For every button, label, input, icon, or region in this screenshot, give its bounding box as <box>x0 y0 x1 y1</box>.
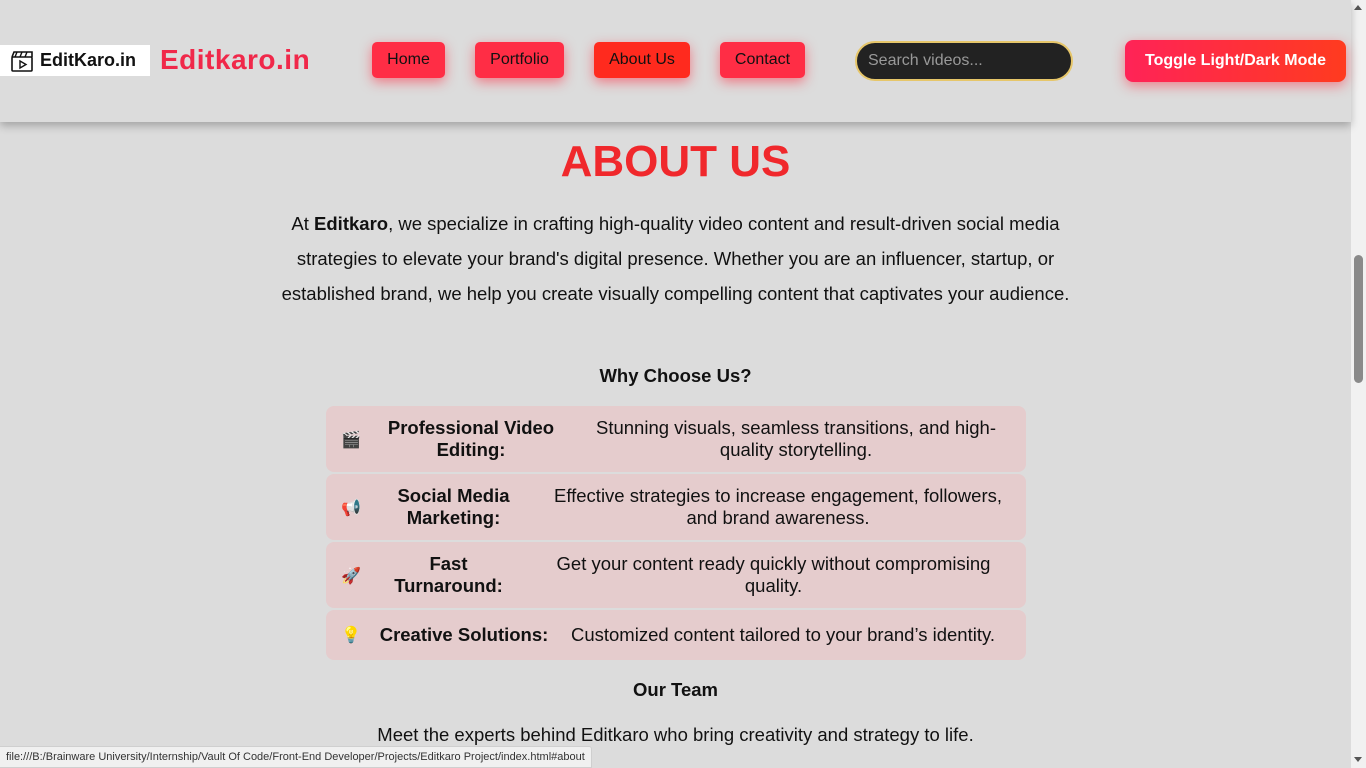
team-heading: Our Team <box>633 679 718 700</box>
logo[interactable]: EditKaro.in <box>0 45 150 76</box>
why-choose-heading: Why Choose Us? <box>599 365 752 386</box>
feature-title: Fast Turnaround: <box>394 553 503 596</box>
site-header: EditKaro.in Editkaro.in Home Portfolio A… <box>0 0 1351 122</box>
lightbulb-icon: 💡 <box>341 627 361 644</box>
feature-title: Professional Video Editing: <box>387 417 555 460</box>
feature-card: 💡 Creative Solutions: Customized content… <box>326 610 1026 660</box>
page-title: ABOUT US <box>560 137 791 186</box>
logo-text: EditKaro.in <box>40 50 137 70</box>
theme-toggle-button[interactable]: Toggle Light/Dark Mode <box>1125 40 1346 82</box>
feature-desc: Get your content ready quickly without c… <box>556 553 991 596</box>
about-intro: At Editkaro, we specialize in crafting h… <box>270 206 1081 311</box>
search-input[interactable] <box>855 41 1073 81</box>
feature-desc: Customized content tailored to your bran… <box>570 624 996 645</box>
nav-about-button[interactable]: About Us <box>594 42 690 78</box>
feature-desc: Stunning visuals, seamless transitions, … <box>595 417 997 460</box>
vertical-scrollbar[interactable] <box>1351 0 1366 768</box>
clapper-board-icon: 🎬 <box>341 432 361 449</box>
rocket-icon: 🚀 <box>341 568 361 585</box>
scroll-down-arrow-icon[interactable] <box>1354 757 1362 762</box>
intro-brand: Editkaro <box>314 213 389 234</box>
feature-title: Social Media Marketing: <box>397 485 510 528</box>
nav-contact-button[interactable]: Contact <box>720 42 805 78</box>
feature-card: 🎬 Professional Video Editing: Stunning v… <box>326 406 1026 472</box>
scroll-up-arrow-icon[interactable] <box>1354 5 1362 10</box>
nav-portfolio-button[interactable]: Portfolio <box>475 42 564 78</box>
intro-text: , we specialize in crafting high-quality… <box>281 213 1070 304</box>
brand-name[interactable]: Editkaro.in <box>160 44 310 76</box>
megaphone-icon: 📢 <box>341 500 361 517</box>
scroll-thumb[interactable] <box>1354 255 1363 383</box>
team-text: Meet the experts behind Editkaro who bri… <box>377 724 974 745</box>
feature-desc: Effective strategies to increase engagem… <box>553 485 1002 528</box>
feature-card: 🚀 Fast Turnaround: Get your content read… <box>326 542 1026 608</box>
nav-home-button[interactable]: Home <box>372 42 445 78</box>
feature-title: Creative Solutions: <box>379 624 549 645</box>
intro-prefix: At <box>291 213 315 234</box>
feature-card: 📢 Social Media Marketing: Effective stra… <box>326 474 1026 540</box>
clapperboard-logo-icon <box>11 50 33 72</box>
link-status-bar: file:///B:/Brainware University/Internsh… <box>0 746 592 768</box>
